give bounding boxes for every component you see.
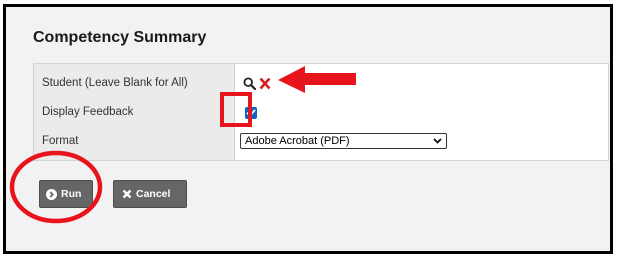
cancel-button-label: Cancel: [136, 188, 171, 200]
checkmark-icon: [246, 109, 256, 117]
report-dialog: Competency Summary Student (Leave Blank …: [3, 4, 613, 254]
page-title: Competency Summary: [33, 29, 207, 46]
format-select-value: Adobe Acrobat (PDF): [245, 135, 350, 147]
display-feedback-checkbox[interactable]: [245, 107, 257, 119]
student-label: Student (Leave Blank for All): [42, 77, 188, 89]
chevron-right-circle-icon: [46, 189, 57, 200]
format-label: Format: [42, 135, 79, 147]
search-icon[interactable]: [243, 77, 256, 90]
report-form: Student (Leave Blank for All) Display Fe…: [33, 63, 609, 161]
label-column: Student (Leave Blank for All) Display Fe…: [34, 64, 235, 160]
format-select[interactable]: Adobe Acrobat (PDF): [240, 133, 447, 149]
close-icon[interactable]: [259, 77, 271, 90]
chevron-down-icon: [433, 138, 442, 144]
display-feedback-label: Display Feedback: [42, 106, 134, 118]
cancel-button[interactable]: Cancel: [113, 180, 187, 208]
run-button-label: Run: [61, 188, 82, 200]
run-button[interactable]: Run: [39, 180, 93, 208]
x-icon: [122, 189, 132, 199]
